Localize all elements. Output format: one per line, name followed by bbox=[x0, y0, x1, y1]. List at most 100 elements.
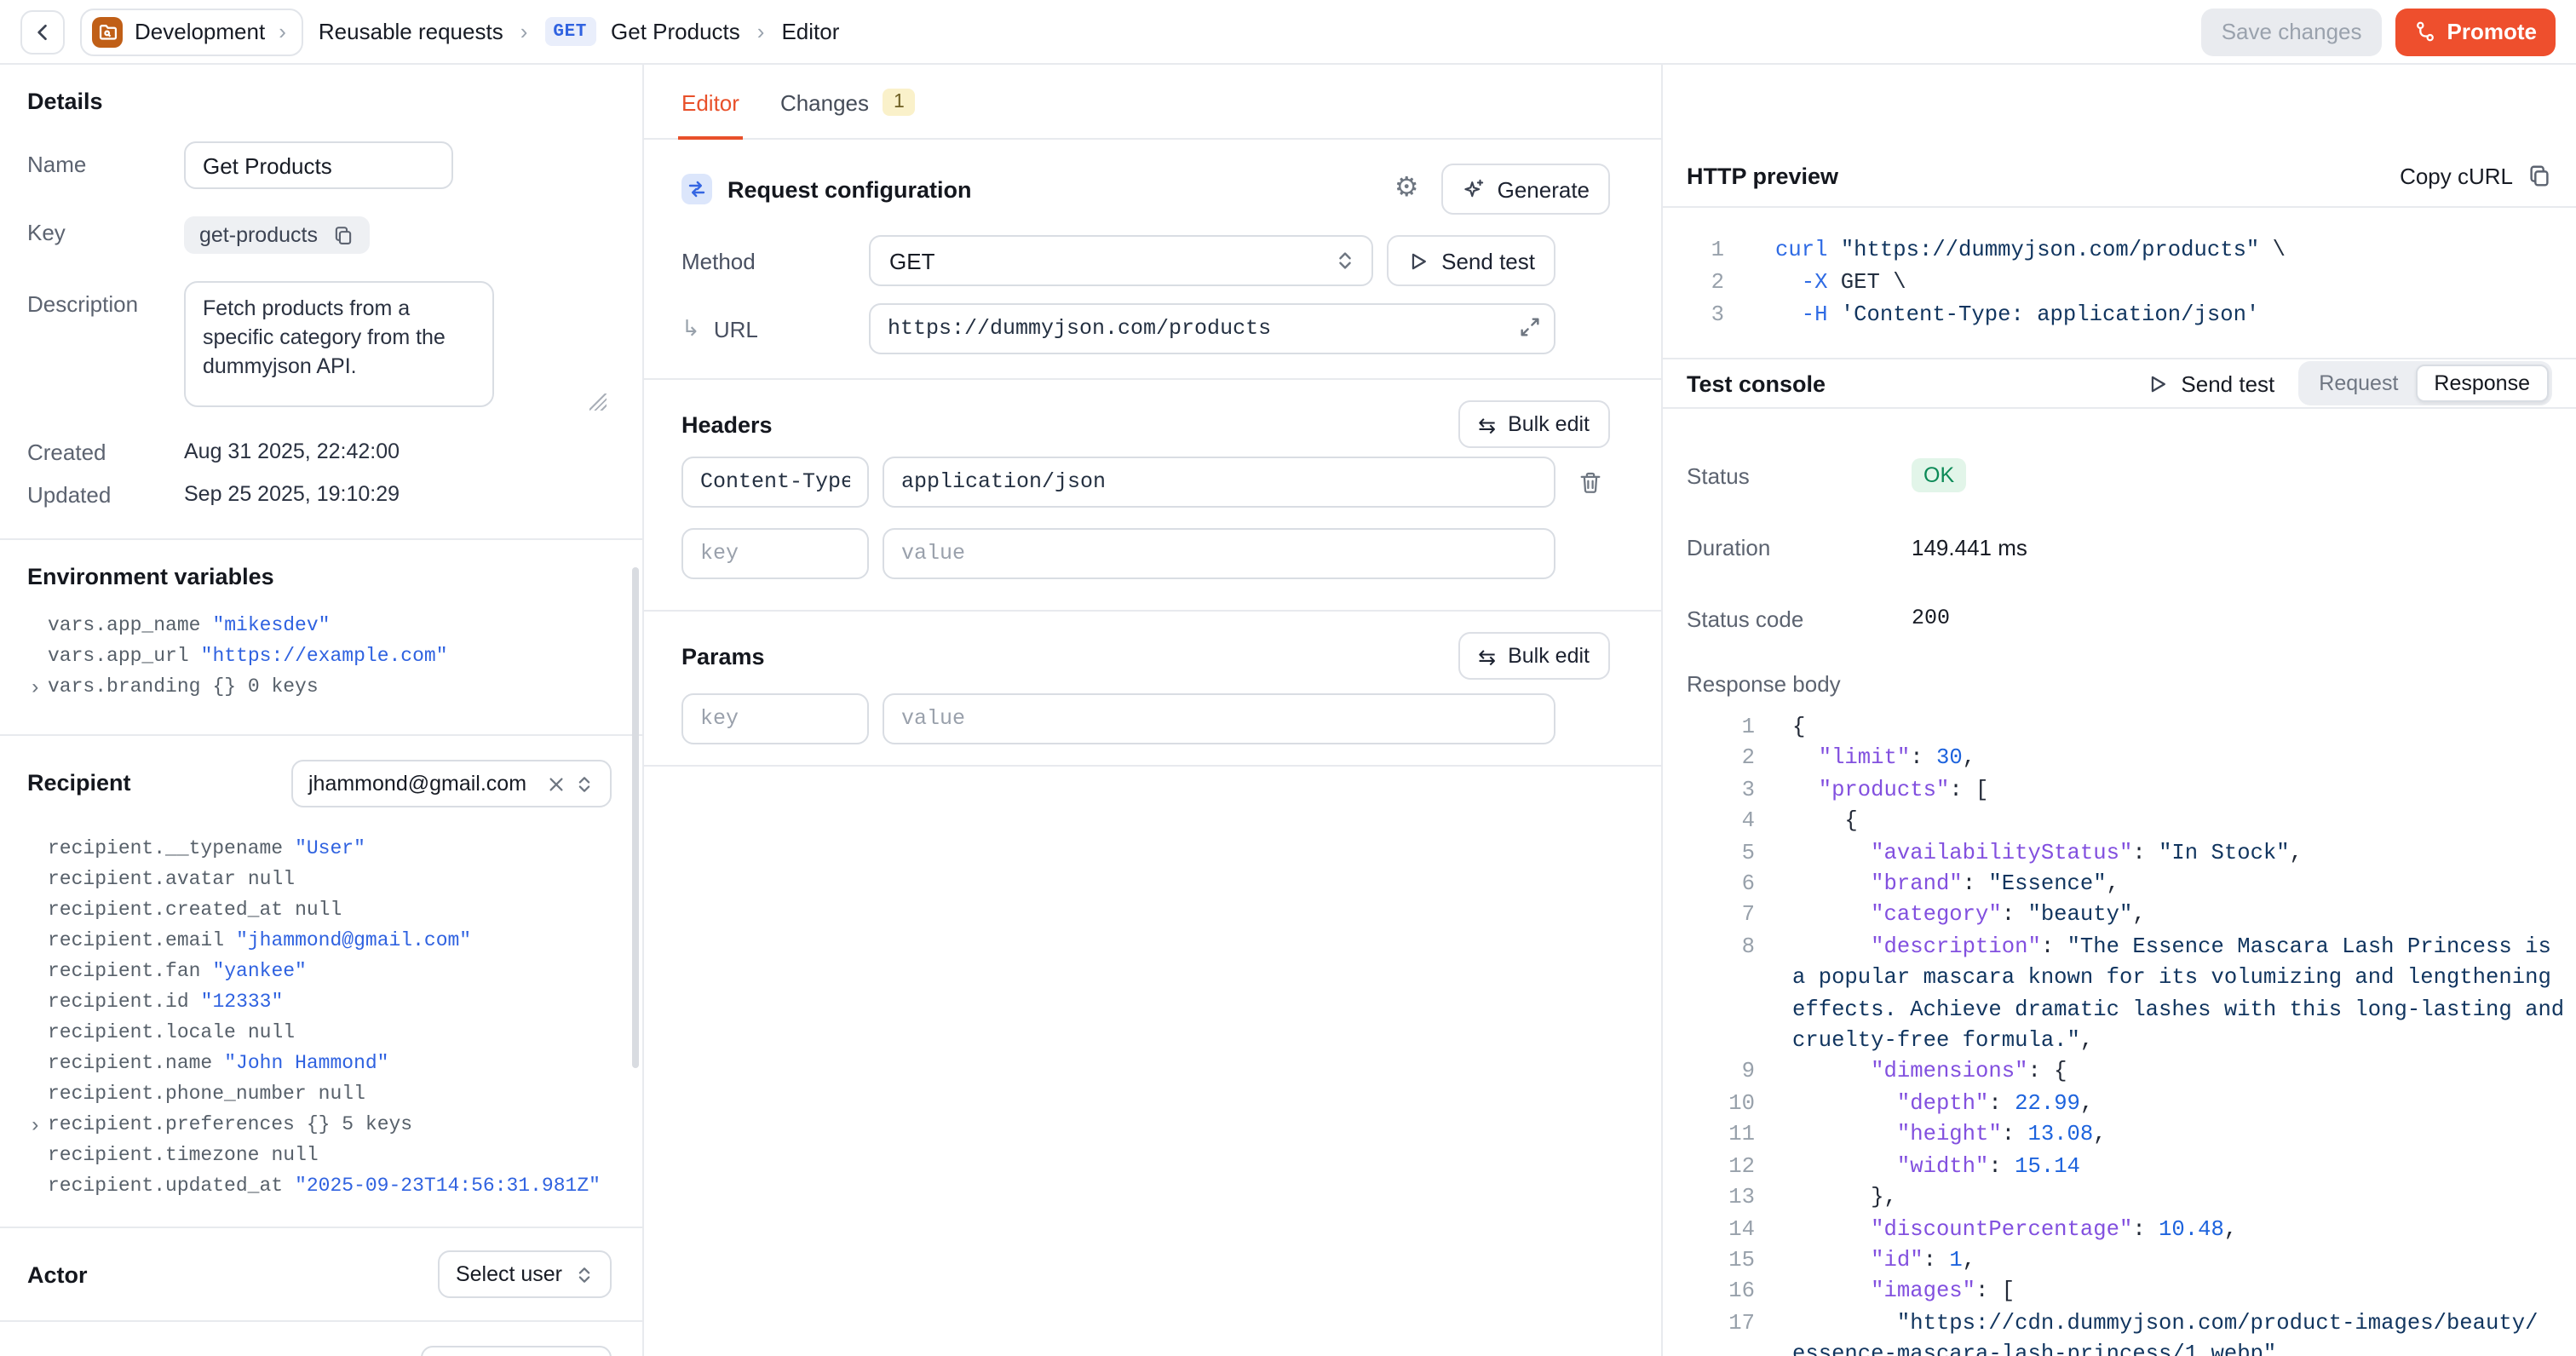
code-line: 1curl "https://dummyjson.com/products" \ bbox=[1687, 233, 2552, 266]
header-value-input-empty[interactable] bbox=[883, 528, 1555, 579]
bulk-edit-icon: ⇆ bbox=[1478, 411, 1496, 437]
variable-row[interactable]: ›vars.branding{} 0 keys bbox=[48, 673, 612, 704]
trash-icon[interactable] bbox=[1555, 469, 1624, 495]
details-heading: Details bbox=[27, 89, 612, 114]
param-value-input-empty[interactable] bbox=[883, 693, 1555, 744]
code-line: 2 -X GET \ bbox=[1687, 266, 2552, 298]
environment-variables-list: vars.app_name"mikesdev"vars.app_url"http… bbox=[27, 612, 612, 704]
code-line: 2 "limit": 30, bbox=[1687, 744, 2552, 775]
status-badge: OK bbox=[1912, 458, 1966, 492]
variable-row: recipient.email"jhammond@gmail.com" bbox=[48, 927, 612, 957]
curl-preview-code: 1curl "https://dummyjson.com/products" \… bbox=[1663, 208, 2576, 359]
code-line: effects. Achieve dramatic lashes with th… bbox=[1687, 994, 2552, 1026]
header-key-input-empty[interactable] bbox=[681, 528, 869, 579]
tab-changes[interactable]: Changes 1 bbox=[780, 89, 916, 138]
folder-icon bbox=[92, 16, 123, 47]
code-line: 14 "discountPercentage": 10.48, bbox=[1687, 1214, 2552, 1245]
recipient-selected-value: jhammond@gmail.com bbox=[308, 772, 526, 796]
url-input[interactable] bbox=[869, 303, 1555, 354]
section-divider bbox=[644, 378, 1661, 380]
request-configuration-title: Request configuration bbox=[727, 176, 972, 202]
header-key-input[interactable] bbox=[681, 457, 869, 508]
save-changes-button[interactable]: Save changes bbox=[2201, 8, 2383, 55]
section-divider bbox=[644, 610, 1661, 612]
breadcrumb-project-label: Development bbox=[135, 19, 265, 44]
method-select[interactable]: GET bbox=[869, 235, 1373, 286]
back-button[interactable] bbox=[20, 9, 65, 54]
variable-row[interactable]: ›recipient.preferences{} 5 keys bbox=[48, 1111, 612, 1141]
recipient-heading: Recipient bbox=[27, 760, 131, 796]
code-line: a popular mascara known for its volumizi… bbox=[1687, 963, 2552, 995]
code-line: 7 "category": "beauty", bbox=[1687, 900, 2552, 932]
play-icon bbox=[1407, 250, 1429, 272]
copy-icon bbox=[2527, 164, 2552, 189]
tab-editor[interactable]: Editor bbox=[681, 90, 739, 138]
variable-row: recipient.phone_numbernull bbox=[48, 1080, 612, 1111]
request-config-icon bbox=[681, 174, 712, 204]
send-test-button[interactable]: Send test bbox=[1387, 235, 1555, 286]
code-line: 17 "https://cdn.dummyjson.com/product-im… bbox=[1687, 1307, 2552, 1339]
editor-panel: Editor Changes 1 Request configuration ⚙… bbox=[644, 65, 1663, 1356]
code-line: 3 "products": [ bbox=[1687, 775, 2552, 807]
description-textarea[interactable]: Fetch products from a specific category … bbox=[184, 281, 494, 407]
code-line: 6 "brand": "Essence", bbox=[1687, 869, 2552, 900]
response-body-label: Response body bbox=[1663, 671, 2576, 697]
breadcrumb-request[interactable]: Get Products bbox=[611, 19, 740, 44]
variable-row: vars.app_url"https://example.com" bbox=[48, 642, 612, 673]
sidebar-scrollbar[interactable] bbox=[632, 567, 639, 1068]
sparkle-icon bbox=[1462, 177, 1486, 201]
params-heading: Params bbox=[681, 643, 765, 669]
code-line: 4 { bbox=[1687, 806, 2552, 837]
code-line: essence-mascara-lash-princess/1.webp" bbox=[1687, 1339, 2552, 1356]
key-value-pill: get-products bbox=[184, 216, 371, 254]
generate-button[interactable]: Generate bbox=[1441, 164, 1610, 215]
headers-bulk-edit-button[interactable]: ⇆ Bulk edit bbox=[1458, 400, 1610, 448]
variable-row: recipient.name"John Hammond" bbox=[48, 1049, 612, 1080]
expand-icon[interactable] bbox=[1518, 315, 1542, 339]
console-send-test-button[interactable]: Send test bbox=[2147, 371, 2274, 396]
tenant-select[interactable]: Select tenant bbox=[421, 1346, 612, 1356]
copy-icon[interactable] bbox=[333, 224, 355, 246]
chevron-left-icon bbox=[32, 21, 53, 42]
copy-curl-button[interactable]: Copy cURL bbox=[2400, 164, 2552, 189]
chevron-updown-icon bbox=[574, 773, 595, 795]
description-label: Description bbox=[27, 281, 184, 416]
chevron-updown-icon bbox=[574, 1263, 595, 1285]
header-value-input[interactable] bbox=[883, 457, 1555, 508]
status-code-value: 200 bbox=[1912, 606, 1950, 630]
status-code-label: Status code bbox=[1687, 606, 1912, 631]
variable-row: recipient.timezonenull bbox=[48, 1141, 612, 1172]
code-line: 8 "description": "The Essence Mascara La… bbox=[1687, 932, 2552, 963]
updated-label: Updated bbox=[27, 480, 184, 508]
breadcrumb-section[interactable]: Reusable requests bbox=[319, 19, 503, 44]
name-label: Name bbox=[27, 141, 184, 189]
variable-row: recipient.updated_at"2025-09-23T14:56:31… bbox=[48, 1172, 612, 1203]
promote-button[interactable]: Promote bbox=[2396, 8, 2556, 55]
method-badge: GET bbox=[544, 17, 595, 46]
variable-row: recipient.fan"yankee" bbox=[48, 957, 612, 988]
resize-handle[interactable] bbox=[589, 394, 607, 411]
preview-panel: HTTP preview Copy cURL 1curl "https://du… bbox=[1663, 65, 2576, 1356]
code-line: 15 "id": 1, bbox=[1687, 1245, 2552, 1277]
promote-icon bbox=[2415, 20, 2437, 43]
section-divider bbox=[644, 765, 1661, 767]
expand-chevron-icon[interactable]: › bbox=[29, 673, 41, 704]
toggle-request[interactable]: Request bbox=[2302, 365, 2415, 402]
actor-heading: Actor bbox=[27, 1261, 88, 1287]
toggle-response[interactable]: Response bbox=[2415, 365, 2549, 402]
gear-icon[interactable]: ⚙ bbox=[1394, 175, 1419, 203]
params-bulk-edit-button[interactable]: ⇆ Bulk edit bbox=[1458, 632, 1610, 680]
recipient-select[interactable]: jhammond@gmail.com bbox=[291, 760, 612, 807]
code-line: 3 -H 'Content-Type: application/json' bbox=[1687, 298, 2552, 330]
param-key-input-empty[interactable] bbox=[681, 693, 869, 744]
created-label: Created bbox=[27, 438, 184, 465]
close-icon[interactable] bbox=[547, 774, 566, 793]
variable-row: recipient.id"12333" bbox=[48, 988, 612, 1019]
created-value: Aug 31 2025, 22:42:00 bbox=[184, 438, 400, 465]
variable-row: recipient.localenull bbox=[48, 1019, 612, 1049]
breadcrumb-project[interactable]: Development › bbox=[80, 8, 303, 55]
response-body-code: 1{2 "limit": 30,3 "products": [4 {5 "ava… bbox=[1663, 697, 2576, 1356]
expand-chevron-icon[interactable]: › bbox=[29, 1111, 41, 1141]
name-input[interactable] bbox=[184, 141, 453, 189]
actor-select[interactable]: Select user bbox=[439, 1250, 612, 1298]
